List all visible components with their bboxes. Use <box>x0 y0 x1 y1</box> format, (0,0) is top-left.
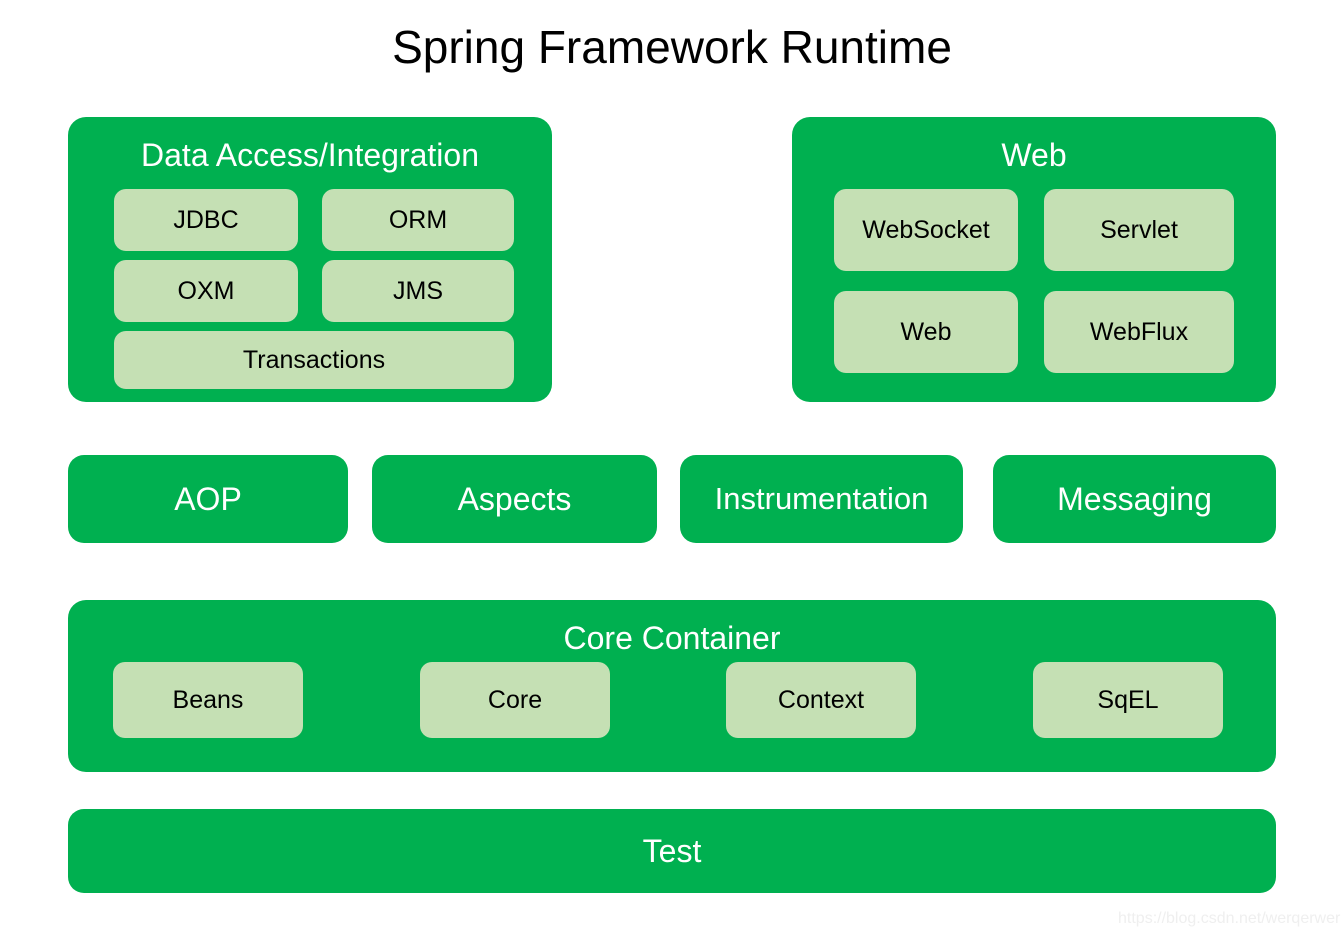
module-label: Core <box>487 686 543 714</box>
bar-label: Aspects <box>457 481 572 517</box>
module-beans[interactable]: Beans <box>113 662 303 738</box>
module-context[interactable]: Context <box>726 662 916 738</box>
panel-title-web: Web <box>1001 137 1067 173</box>
module-label: JDBC <box>173 206 239 234</box>
module-label: WebSocket <box>862 216 990 244</box>
watermark: https://blog.csdn.net/werqerwer <box>1118 910 1341 927</box>
module-web[interactable]: Web <box>834 291 1018 373</box>
bar-aop[interactable]: AOP <box>68 455 348 543</box>
module-jdbc[interactable]: JDBC <box>114 189 298 251</box>
panel-core-container: Core Container Beans Core Context SqEL <box>68 600 1276 772</box>
bar-aspects[interactable]: Aspects <box>372 455 657 543</box>
module-label: WebFlux <box>1089 318 1189 346</box>
bar-label: Messaging <box>1057 481 1212 517</box>
module-oxm[interactable]: OXM <box>114 260 298 322</box>
module-label: Context <box>777 686 865 714</box>
module-label: OXM <box>177 277 235 305</box>
module-label: Servlet <box>1100 216 1178 244</box>
bar-test[interactable]: Test <box>68 809 1276 893</box>
bar-instrumentation[interactable]: Instrumentation <box>680 455 963 543</box>
module-servlet[interactable]: Servlet <box>1044 189 1234 271</box>
bar-label: AOP <box>174 481 242 517</box>
page-title: Spring Framework Runtime <box>392 21 952 73</box>
module-webflux[interactable]: WebFlux <box>1044 291 1234 373</box>
bar-messaging[interactable]: Messaging <box>993 455 1276 543</box>
panel-title-core-container: Core Container <box>563 620 781 656</box>
module-core[interactable]: Core <box>420 662 610 738</box>
module-orm[interactable]: ORM <box>322 189 514 251</box>
module-label: Transactions <box>242 346 386 374</box>
bar-label: Instrumentation <box>714 481 929 516</box>
module-label: Web <box>900 318 952 346</box>
module-jms[interactable]: JMS <box>322 260 514 322</box>
module-label: SqEL <box>1097 686 1159 714</box>
module-websocket[interactable]: WebSocket <box>834 189 1018 271</box>
panel-data-access-integration: Data Access/Integration JDBC ORM OXM JMS… <box>68 117 552 402</box>
module-sqel[interactable]: SqEL <box>1033 662 1223 738</box>
module-label: JMS <box>393 277 443 305</box>
module-label: Beans <box>172 686 244 714</box>
panel-web: Web WebSocket Servlet Web WebFlux <box>792 117 1276 402</box>
bar-label: Test <box>642 833 702 869</box>
diagram-canvas: Spring Framework Runtime Data Access/Int… <box>0 0 1344 941</box>
module-transactions[interactable]: Transactions <box>114 331 514 389</box>
panel-title-data-access-integration: Data Access/Integration <box>141 137 479 173</box>
module-label: ORM <box>388 206 448 234</box>
